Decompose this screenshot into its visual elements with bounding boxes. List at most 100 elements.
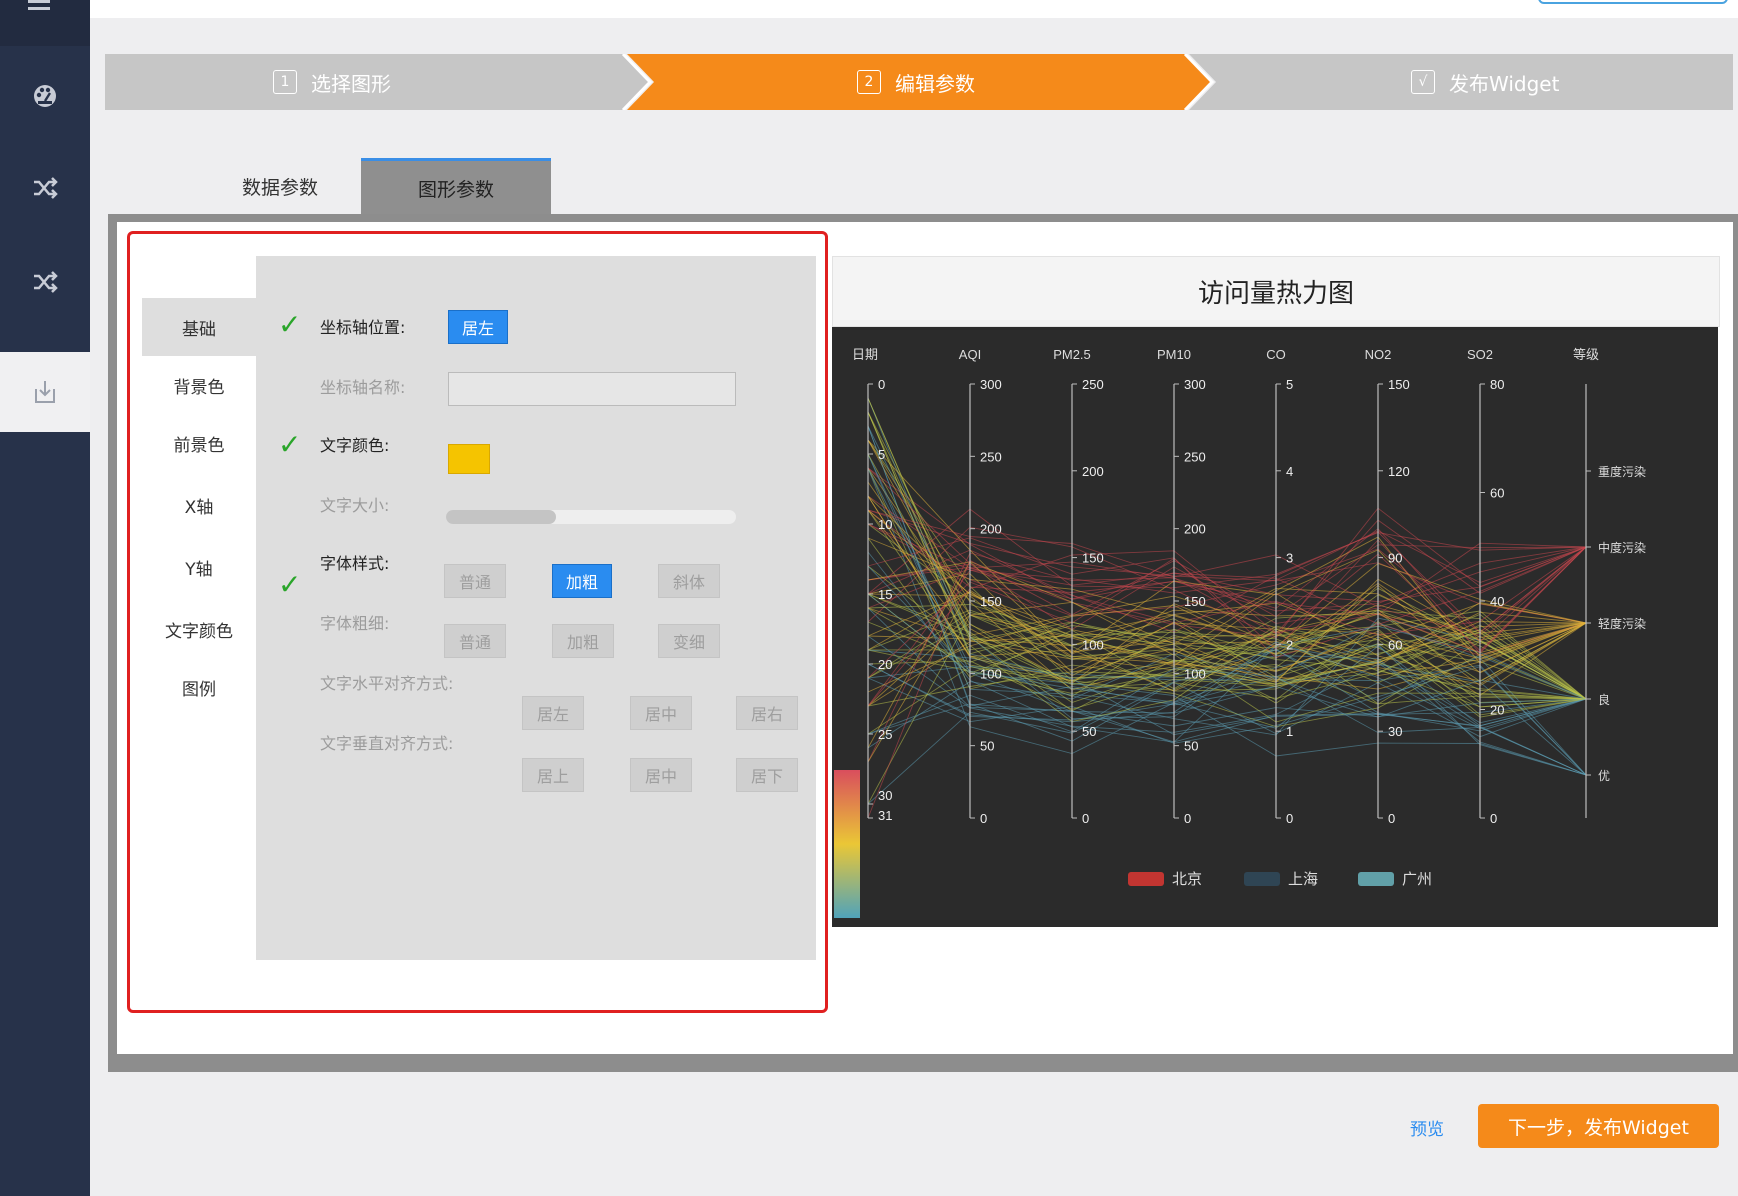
preview-link[interactable]: 预览: [1410, 1115, 1444, 1140]
tick-label: 0: [1082, 811, 1089, 826]
step-select-shape[interactable]: 1 选择图形: [273, 54, 391, 110]
tick-label: 150: [1082, 551, 1104, 566]
tick-label: 100: [1082, 637, 1104, 652]
axis-name: 日期: [852, 347, 878, 362]
tick-label: 中度污染: [1598, 540, 1646, 555]
step-label: 发布Widget: [1449, 71, 1560, 96]
data-line: [867, 481, 1587, 684]
tick-label: 50: [1082, 724, 1096, 739]
tick-label: 0: [1286, 811, 1293, 826]
tick-label: 2: [1286, 637, 1293, 652]
chart-container: 日期 0 5 10 15 20 25 30 31 AQI 0 50 100 150 200 250 300 PM2…: [832, 327, 1718, 927]
data-line: [867, 495, 1587, 643]
tick-label: 150: [980, 594, 1002, 609]
data-line: [867, 655, 1587, 805]
tick-label: 1: [1286, 724, 1293, 739]
axis-name: CO: [1266, 347, 1286, 362]
menu-icon[interactable]: [26, 0, 52, 14]
legend-swatch: [1244, 872, 1280, 886]
download-icon: [35, 381, 55, 403]
sidebar: [0, 0, 90, 1196]
step-number: 1: [273, 70, 297, 94]
legend-swatch: [1358, 872, 1394, 886]
tick-label: 3: [1286, 551, 1293, 566]
sidebar-item-dashboard[interactable]: [0, 56, 90, 136]
tick-label: 31: [878, 808, 892, 823]
tick-label: 30: [878, 788, 892, 803]
tick-label: 100: [980, 666, 1002, 681]
tick-label: 250: [1082, 377, 1104, 392]
tick-label: 60: [1490, 486, 1504, 501]
tick-label: 50: [1184, 739, 1198, 754]
tick-label: 250: [980, 449, 1002, 464]
tab-shape-params[interactable]: 图形参数: [361, 158, 551, 215]
top-bar: [90, 0, 1738, 18]
tick-label: 60: [1388, 637, 1402, 652]
next-publish-button[interactable]: 下一步，发布Widget: [1478, 1104, 1719, 1148]
axis-name: PM10: [1157, 347, 1191, 362]
tick-label: 0: [1184, 811, 1191, 826]
tick-label: 90: [1388, 551, 1402, 566]
tick-label: 0: [1388, 811, 1395, 826]
tick-label: 25: [878, 727, 892, 742]
step-publish-widget[interactable]: √ 发布Widget: [1411, 54, 1559, 110]
tick-label: 150: [1388, 377, 1410, 392]
tick-label: 0: [878, 377, 885, 392]
legend-label: 北京: [1172, 871, 1202, 888]
tick-label: 300: [1184, 377, 1206, 392]
step-label: 选择图形: [311, 71, 391, 96]
visual-map-bar: [834, 770, 860, 918]
legend-label: 广州: [1402, 871, 1432, 888]
tick-label: 80: [1490, 377, 1504, 392]
axis-name: SO2: [1467, 347, 1493, 362]
axis-name: AQI: [959, 347, 981, 362]
chart-title: 访问量热力图: [832, 256, 1720, 327]
tick-label: 10: [878, 517, 892, 532]
tick-label: 15: [878, 587, 892, 602]
tick-label: 0: [980, 811, 987, 826]
tab-data-params[interactable]: 数据参数: [200, 158, 360, 215]
tick-label: 100: [1184, 666, 1206, 681]
axis-name: NO2: [1365, 347, 1392, 362]
step-edit-params[interactable]: 2 编辑参数: [857, 54, 975, 110]
tick-label: 5: [1286, 377, 1293, 392]
shuffle-icon: [34, 177, 58, 199]
shuffle-icon: [34, 271, 58, 293]
legend-swatch: [1128, 872, 1164, 886]
axis-name: PM2.5: [1053, 347, 1091, 362]
tick-label: 200: [1082, 464, 1104, 479]
tick-label: 良: [1598, 692, 1610, 707]
step-number: 2: [857, 70, 881, 94]
tick-label: 重度污染: [1598, 464, 1646, 479]
tick-label: 0: [1490, 811, 1497, 826]
top-right-control[interactable]: [1538, 0, 1728, 4]
dashboard-icon: [34, 85, 56, 107]
tick-label: 优: [1598, 769, 1610, 783]
tick-label: 150: [1184, 594, 1206, 609]
legend-label: 上海: [1288, 871, 1318, 888]
tick-label: 120: [1388, 464, 1410, 479]
tick-label: 20: [878, 657, 892, 672]
tick-label: 40: [1490, 594, 1504, 609]
tick-label: 200: [1184, 522, 1206, 537]
step-label: 编辑参数: [895, 71, 975, 96]
parallel-chart: 日期05101520253031AQI050100150200250300PM2…: [852, 347, 1646, 888]
tick-label: 5: [878, 447, 885, 462]
sidebar-item-shuffle-1[interactable]: [0, 148, 90, 228]
tick-label: 50: [980, 739, 994, 754]
tick-label: 30: [1388, 724, 1402, 739]
sidebar-item-download[interactable]: [0, 352, 90, 432]
tick-label: 250: [1184, 449, 1206, 464]
tick-label: 20: [1490, 703, 1504, 718]
tick-label: 轻度污染: [1598, 616, 1646, 631]
step-progress: 1 选择图形 2 编辑参数 √ 发布Widget: [105, 54, 1733, 110]
tick-label: 4: [1286, 464, 1293, 479]
step-number: √: [1411, 70, 1435, 94]
chart-lines: [867, 397, 1587, 819]
highlight-frame: [127, 231, 828, 1013]
tick-label: 200: [980, 522, 1002, 537]
sidebar-item-shuffle-2[interactable]: [0, 242, 90, 322]
sidebar-top: [0, 0, 90, 46]
tick-label: 300: [980, 377, 1002, 392]
axis-name: 等级: [1573, 347, 1599, 362]
